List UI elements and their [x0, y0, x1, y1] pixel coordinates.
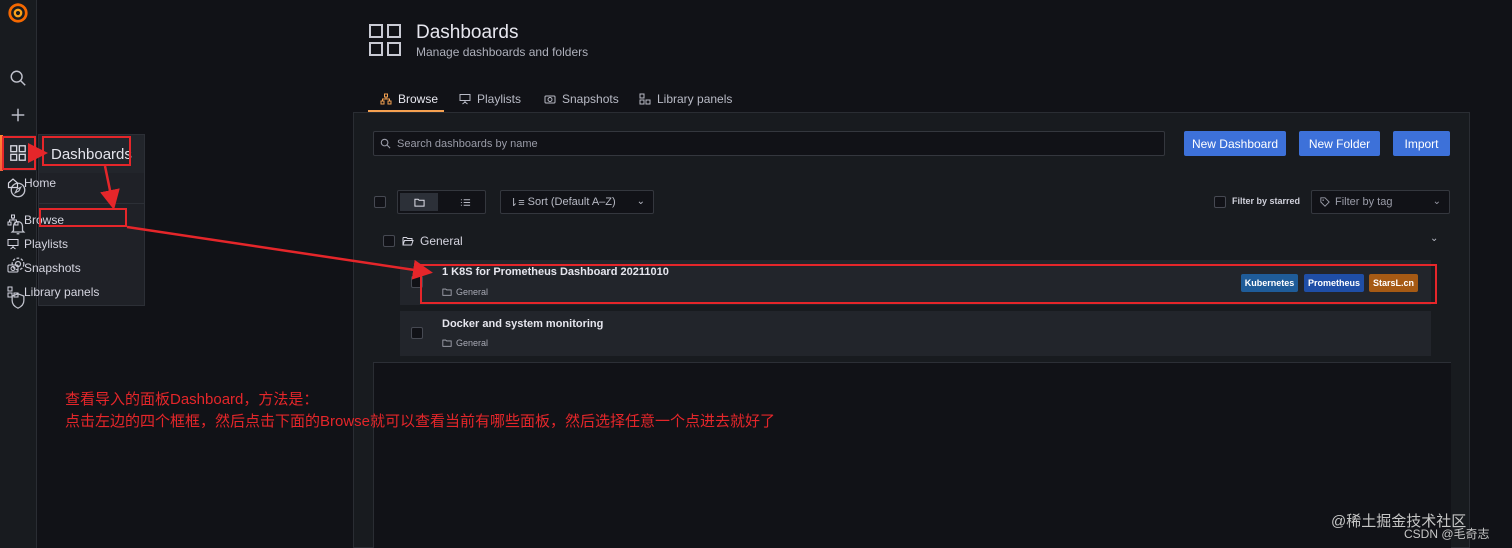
tag-filter-select[interactable]: Filter by tag ⌄	[1311, 190, 1450, 214]
sort-select[interactable]: ⇂≡ Sort (Default A–Z) ⌄	[500, 190, 654, 214]
grafana-window: Dashboards Home Browse Playlists Snapsho…	[0, 0, 1512, 548]
flyout-item-label: Library panels	[24, 285, 100, 299]
presentation-icon	[459, 94, 471, 105]
sitemap-icon	[7, 214, 19, 226]
tag-icon	[1320, 197, 1330, 207]
filter-starred-checkbox[interactable]	[1214, 196, 1226, 208]
dashboard-title[interactable]: Docker and system monitoring	[442, 318, 603, 330]
folder-name: General	[420, 234, 463, 248]
camera-icon	[544, 95, 556, 104]
sitemap-icon	[380, 93, 392, 105]
new-folder-button[interactable]: New Folder	[1299, 131, 1380, 156]
search-icon	[380, 138, 391, 149]
annotation-text-line2: 点击左边的四个框框，然后点击下面的Browse就可以查看当前有哪些面板，然后选择…	[65, 413, 776, 430]
tag-filter-placeholder: Filter by tag	[1335, 196, 1393, 208]
flyout-divider	[39, 203, 144, 204]
dashboard-folder: General	[442, 338, 488, 348]
camera-icon	[7, 264, 19, 273]
folder-view-button[interactable]	[400, 193, 438, 211]
flyout-item-label: Snapshots	[24, 261, 81, 275]
sort-label: Sort (Default A–Z)	[527, 196, 616, 208]
page-subtitle: Manage dashboards and folders	[416, 45, 589, 59]
flyout-item-home[interactable]: Home	[7, 174, 56, 192]
home-icon	[7, 178, 19, 189]
filter-starred-label[interactable]: Filter by starred	[1232, 196, 1300, 206]
page-title: Dashboards	[416, 22, 519, 43]
tab-label: Library panels	[657, 92, 733, 106]
dashboards-header-icon	[369, 24, 401, 56]
flyout-item-snapshots[interactable]: Snapshots	[7, 259, 81, 277]
grafana-logo-icon[interactable]	[7, 2, 29, 24]
plus-icon[interactable]	[8, 105, 28, 125]
annotation-box-dashboard-row	[420, 264, 1437, 304]
tab-label: Browse	[398, 92, 439, 106]
search-icon[interactable]	[8, 68, 28, 88]
sort-icon: ⇂≡	[509, 196, 525, 209]
chevron-down-icon[interactable]: ⌄	[1430, 233, 1438, 244]
folder-open-icon	[402, 237, 414, 246]
flyout-item-playlists[interactable]: Playlists	[7, 235, 68, 253]
view-toggle	[397, 190, 486, 214]
search-input[interactable]: Search dashboards by name	[373, 131, 1165, 156]
flyout-item-label: Playlists	[24, 237, 69, 251]
watermark-csdn: CSDN @毛奇志	[1404, 527, 1490, 541]
annotation-box-grid-icon	[2, 136, 36, 170]
folder-checkbox[interactable]	[383, 235, 395, 247]
new-dashboard-button[interactable]: New Dashboard	[1184, 131, 1286, 156]
tab-library-panels[interactable]: Library panels	[639, 86, 732, 112]
dashboard-folder-label: General	[456, 338, 489, 348]
tab-label: Playlists	[477, 92, 522, 106]
folder-icon	[442, 339, 452, 347]
annotation-box-browse	[39, 208, 127, 227]
tab-snapshots[interactable]: Snapshots	[544, 86, 619, 112]
library-icon	[7, 286, 19, 298]
import-button[interactable]: Import	[1393, 131, 1450, 156]
flyout-item-library-panels[interactable]: Library panels	[7, 283, 99, 301]
select-all-checkbox[interactable]	[374, 196, 386, 208]
flyout-item-label: Home	[24, 176, 57, 190]
chevron-down-icon: ⌄	[1432, 196, 1441, 207]
list-view-button[interactable]	[446, 193, 484, 211]
annotation-box-flyout-title	[42, 136, 131, 166]
search-placeholder: Search dashboards by name	[397, 137, 538, 150]
presentation-icon	[7, 239, 19, 250]
tab-label: Snapshots	[562, 92, 619, 106]
annotation-text-line1: 查看导入的面板Dashboard，方法是：	[65, 391, 319, 408]
library-icon	[639, 93, 651, 105]
folder-general[interactable]: General	[402, 234, 463, 248]
dashboard-checkbox[interactable]	[411, 327, 423, 339]
folder-icon	[413, 198, 425, 207]
tab-browse[interactable]: Browse	[380, 86, 438, 112]
list-icon	[460, 198, 470, 206]
tab-playlists[interactable]: Playlists	[459, 86, 521, 112]
chevron-down-icon: ⌄	[636, 196, 645, 207]
empty-list-area	[373, 363, 1451, 548]
